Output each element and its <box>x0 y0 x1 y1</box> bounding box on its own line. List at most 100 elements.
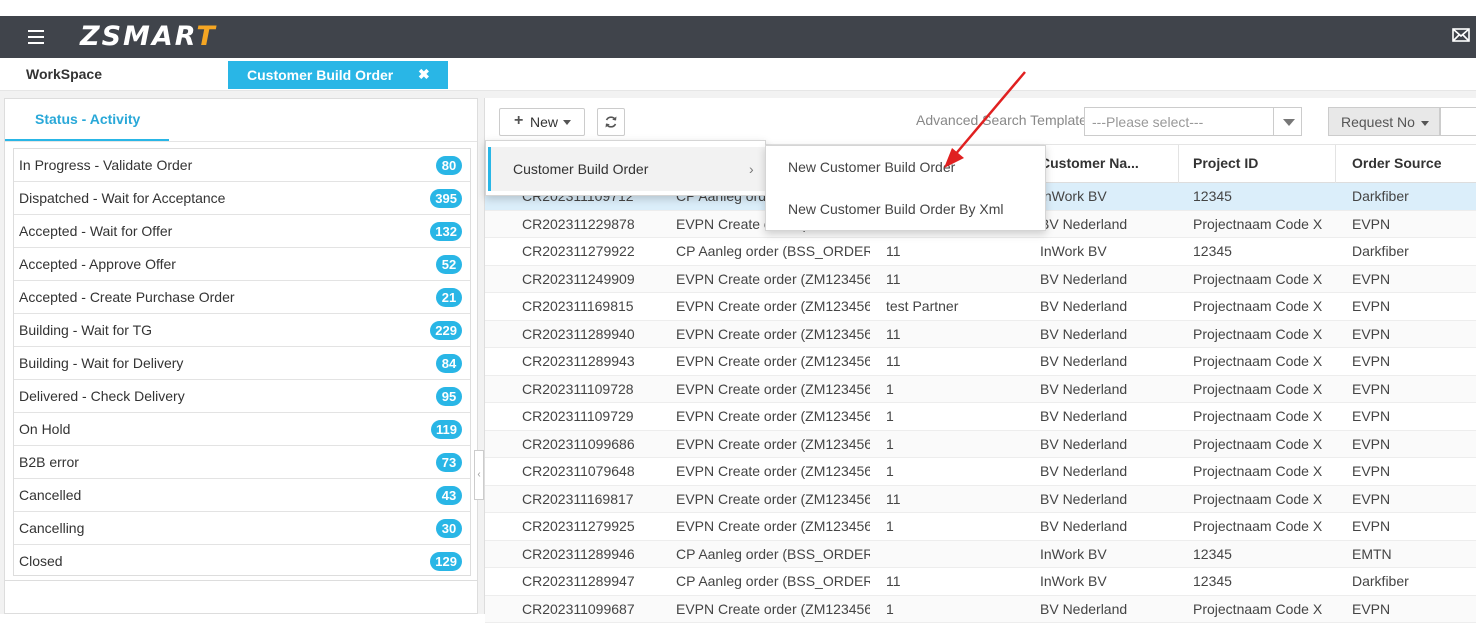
table-row[interactable]: CR202311289947CP Aanleg order (BSS_ORDER… <box>485 568 1476 596</box>
table-row[interactable]: CR202311109728EVPN Create order (ZM12345… <box>485 376 1476 404</box>
cell-customer: BV Nederland <box>1040 271 1175 287</box>
table-row[interactable]: CR202311279922CP Aanleg order (BSS_ORDER… <box>485 238 1476 266</box>
cell-customer: InWork BV <box>1040 573 1175 589</box>
cell-id: CR202311289940 <box>522 326 662 342</box>
close-tab-icon[interactable]: ✖ <box>418 66 430 83</box>
search-template-select[interactable]: ---Please select--- <box>1084 107 1302 136</box>
status-item[interactable]: Closed129 <box>14 545 470 578</box>
status-count-badge: 52 <box>436 255 462 274</box>
table-row[interactable]: CR202311289946CP Aanleg order (BSS_ORDER… <box>485 541 1476 569</box>
table-row[interactable]: CR202311289943EVPN Create order (ZM12345… <box>485 348 1476 376</box>
panel-divider <box>5 580 477 581</box>
mail-icon[interactable] <box>1452 28 1470 42</box>
status-item[interactable]: In Progress - Validate Order80 <box>14 149 470 182</box>
new-customer-build-order-option[interactable]: New Customer Build Order <box>788 159 955 175</box>
menu-item-label: Customer Build Order <box>513 161 648 177</box>
brand-logo: ZSMART <box>80 21 217 52</box>
status-count-badge: 129 <box>430 552 462 571</box>
table-row[interactable]: CR202311109729EVPN Create order (ZM12345… <box>485 403 1476 431</box>
status-item[interactable]: Cancelling30 <box>14 512 470 545</box>
cell-name: EVPN Create order (ZM1234567 <box>676 518 870 534</box>
cell-name: EVPN Create order (ZM1234567 <box>676 408 870 424</box>
cell-source: EVPN <box>1352 601 1472 617</box>
advanced-search-label: Advanced Search Template <box>916 112 1087 128</box>
cell-source: EVPN <box>1352 271 1472 287</box>
refresh-button[interactable] <box>597 108 625 136</box>
cell-customer: BV Nederland <box>1040 463 1175 479</box>
table-row[interactable]: CR202311099687EVPN Create order (ZM12345… <box>485 596 1476 623</box>
cell-project: 12345 <box>1193 188 1333 204</box>
cell-customer: BV Nederland <box>1040 518 1175 534</box>
status-item[interactable]: Accepted - Create Purchase Order21 <box>14 281 470 314</box>
status-count-badge: 73 <box>436 453 462 472</box>
cell-project: Projectnaam Code X <box>1193 408 1333 424</box>
cell-id: CR202311099687 <box>522 601 662 617</box>
new-button[interactable]: + New <box>499 108 585 136</box>
status-item[interactable]: B2B error 73 <box>14 446 470 479</box>
hamburger-menu-icon[interactable] <box>28 30 44 44</box>
tab-workspace[interactable]: WorkSpace <box>26 66 102 82</box>
status-count-badge: 119 <box>431 420 462 439</box>
status-item[interactable]: Dispatched - Wait for Acceptance395 <box>14 182 470 215</box>
cell-project: 12345 <box>1193 243 1333 259</box>
cell-customer: InWork BV <box>1040 243 1175 259</box>
status-item[interactable]: Delivered - Check Delivery95 <box>14 380 470 413</box>
status-item[interactable]: Building - Wait for Delivery84 <box>14 347 470 380</box>
table-row[interactable]: CR202311249909 EVPN Create order (ZM12345… <box>485 266 1476 294</box>
active-indicator <box>488 147 491 191</box>
cell-name: CP Aanleg order (BSS_ORDER_ <box>676 573 870 589</box>
column-header-order-source[interactable]: Order Source <box>1352 155 1441 171</box>
tab-customer-build-order[interactable]: Customer Build Order ✖ <box>228 61 448 89</box>
column-divider <box>1178 145 1179 183</box>
table-row[interactable]: CR202311079648EVPN Create order (ZM12345… <box>485 458 1476 486</box>
cell-source: EVPN <box>1352 298 1472 314</box>
cell-id: CR202311289943 <box>522 353 662 369</box>
table-row[interactable]: CR202311169815EVPN Create order (ZM12345… <box>485 293 1476 321</box>
cell-partner: 1 <box>886 381 1026 397</box>
menu-item-customer-build-order[interactable]: Customer Build Order › <box>488 147 765 191</box>
cell-name: EVPN Create order (ZM1234567 <box>676 271 870 287</box>
status-item[interactable]: Accepted - Wait for Offer 132 <box>14 215 470 248</box>
cell-id: CR202311279922 <box>522 243 662 259</box>
status-item-label: Accepted - Wait for Offer <box>19 223 172 239</box>
new-button-label: New <box>530 114 558 130</box>
cell-project: Projectnaam Code X <box>1193 601 1333 617</box>
status-item[interactable]: Building - Wait for TG229 <box>14 314 470 347</box>
column-divider <box>1335 145 1336 183</box>
new-customer-build-order-xml-option[interactable]: New Customer Build Order By Xml <box>788 201 1004 217</box>
status-item[interactable]: On Hold119 <box>14 413 470 446</box>
top-strip <box>0 0 1476 16</box>
cell-source: EVPN <box>1352 216 1472 232</box>
cell-project: Projectnaam Code X <box>1193 271 1333 287</box>
cell-partner: test Partner <box>886 298 1026 314</box>
collapse-panel-handle[interactable]: ‹ <box>474 450 484 500</box>
status-item-label: In Progress - Validate Order <box>19 157 192 173</box>
cell-partner: 11 <box>886 573 1026 589</box>
refresh-icon <box>604 115 618 129</box>
table-row[interactable]: CR202311099686EVPN Create order (ZM12345… <box>485 431 1476 459</box>
cell-partner: 11 <box>886 243 1026 259</box>
status-item[interactable]: Accepted - Approve Offer52 <box>14 248 470 281</box>
app-header: ZSMART <box>0 16 1476 58</box>
search-input[interactable] <box>1440 107 1476 136</box>
table-row[interactable]: CR202311169817EVPN Create order (ZM12345… <box>485 486 1476 514</box>
status-item[interactable]: Cancelled43 <box>14 479 470 512</box>
status-item-label: Dispatched - Wait for Acceptance <box>19 190 225 206</box>
cell-partner: 11 <box>886 353 1026 369</box>
column-header-project-id[interactable]: Project ID <box>1193 155 1258 171</box>
status-item-label: Cancelled <box>19 487 81 503</box>
cell-source: EVPN <box>1352 518 1472 534</box>
chevron-right-icon: › <box>749 161 754 177</box>
search-field-select[interactable]: Request No <box>1328 107 1440 136</box>
cell-source: Darkfiber <box>1352 573 1472 589</box>
cell-name: EVPN Create order (ZM1234567 <box>676 298 870 314</box>
status-activity-tab[interactable]: Status - Activity <box>35 111 140 127</box>
tab-bar: WorkSpace Customer Build Order ✖ <box>0 58 1476 90</box>
column-header-customer-name[interactable]: Customer Na... <box>1040 155 1139 171</box>
status-count-badge: 132 <box>430 222 462 241</box>
cell-id: CR202311249909 <box>522 271 662 287</box>
status-panel: Status - Activity In Progress - Validate… <box>4 98 478 614</box>
table-row[interactable]: CR202311289940EVPN Create order (ZM12345… <box>485 321 1476 349</box>
status-item-label: B2B error <box>19 454 79 470</box>
table-row[interactable]: CR202311279925EVPN Create order (ZM12345… <box>485 513 1476 541</box>
